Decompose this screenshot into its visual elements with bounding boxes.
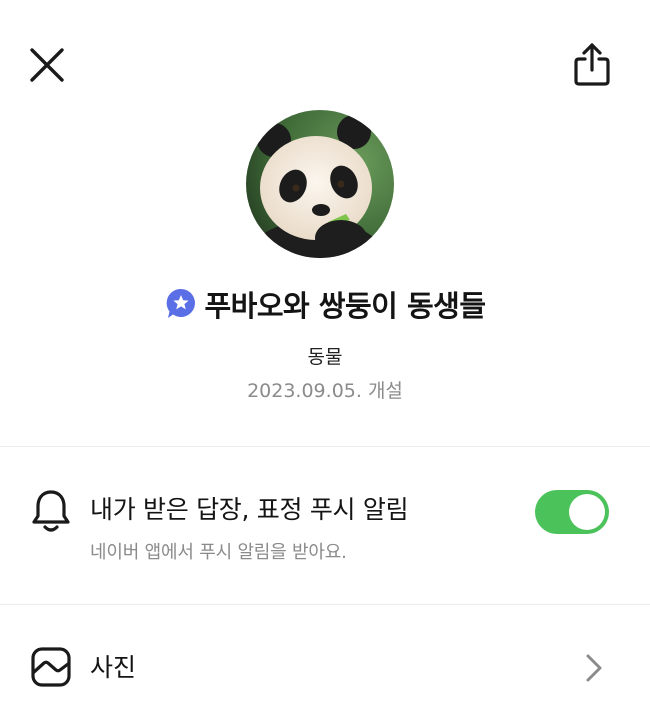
divider — [0, 604, 650, 605]
push-notification-toggle[interactable] — [535, 490, 609, 534]
photo-icon — [31, 647, 71, 687]
group-avatar[interactable] — [246, 110, 394, 258]
bell-icon — [32, 490, 70, 532]
notification-subtitle: 네이버 앱에서 푸시 알림을 받아요. — [90, 542, 347, 563]
divider — [0, 446, 650, 447]
panda-avatar-image — [246, 110, 394, 258]
notification-title: 내가 받은 답장, 표정 푸시 알림 — [90, 495, 409, 524]
photos-label: 사진 — [90, 653, 137, 682]
close-icon — [30, 48, 64, 82]
chevron-right-icon — [586, 654, 602, 682]
star-chat-badge-icon — [166, 288, 195, 318]
photos-menu-item[interactable]: 사진 — [0, 620, 650, 702]
group-title: 푸바오와 쌍둥이 동생들 — [204, 289, 487, 323]
share-button[interactable] — [566, 38, 618, 90]
group-title-row: 푸바오와 쌍둥이 동생들 — [0, 282, 650, 326]
group-created-date: 2023.09.05. 개설 — [247, 380, 403, 402]
toggle-knob — [569, 494, 605, 530]
share-icon — [574, 43, 610, 86]
notification-setting-row: 내가 받은 답장, 표정 푸시 알림 네이버 앱에서 푸시 알림을 받아요. — [0, 470, 650, 580]
group-category: 동물 — [307, 346, 343, 368]
close-button[interactable] — [22, 40, 72, 90]
